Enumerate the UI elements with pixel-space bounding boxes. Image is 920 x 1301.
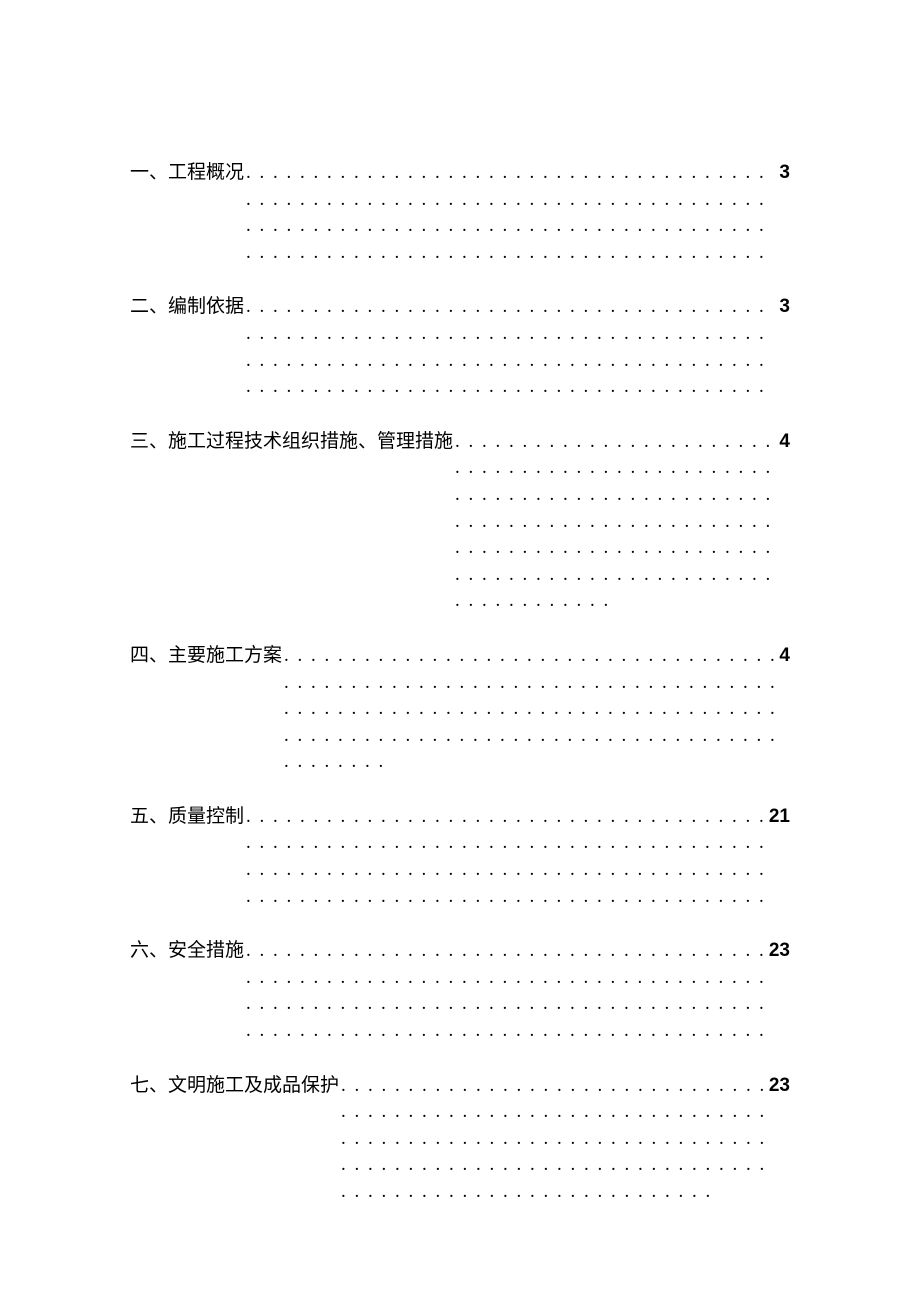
toc-entry-title: 四、主要施工方案 [130,643,282,670]
toc-dots [284,643,777,776]
toc-dots [246,294,777,400]
toc-entry-title: 一、工程概况 [130,160,244,187]
toc-entry: 一、工程概况 3 [130,160,790,266]
toc-entry-page: 21 [769,804,790,831]
toc-entry: 四、主要施工方案 4 [130,643,790,776]
toc-entry-page: 3 [779,160,790,187]
toc-entry: 三、施工过程技术组织措施、管理措施 4 [130,429,790,615]
toc-entry-title: 五、质量控制 [130,804,244,831]
toc-dots [455,429,777,615]
toc-entry-page: 23 [769,1073,790,1100]
toc-entry-title: 六、安全措施 [130,938,244,965]
table-of-contents: 一、工程概况 3 二、编制依据 3 三、施工过程技术组织措施、管理措施 4 四、… [130,160,790,1206]
toc-entry-title: 七、文明施工及成品保护 [130,1073,339,1100]
document-page: 一、工程概况 3 二、编制依据 3 三、施工过程技术组织措施、管理措施 4 四、… [0,0,920,1206]
toc-entry: 二、编制依据 3 [130,294,790,400]
toc-entry: 六、安全措施 23 [130,938,790,1044]
toc-entry-page: 4 [779,643,790,670]
toc-entry-page: 3 [779,294,790,321]
toc-entry-page: 23 [769,938,790,965]
toc-entry: 七、文明施工及成品保护 23 [130,1073,790,1206]
toc-entry-title: 三、施工过程技术组织措施、管理措施 [130,429,453,456]
toc-dots [246,804,767,910]
toc-dots [341,1073,767,1206]
toc-entry-title: 二、编制依据 [130,294,244,321]
toc-entry: 五、质量控制 21 [130,804,790,910]
toc-entry-page: 4 [779,429,790,456]
toc-dots [246,938,767,1044]
toc-dots [246,160,777,266]
